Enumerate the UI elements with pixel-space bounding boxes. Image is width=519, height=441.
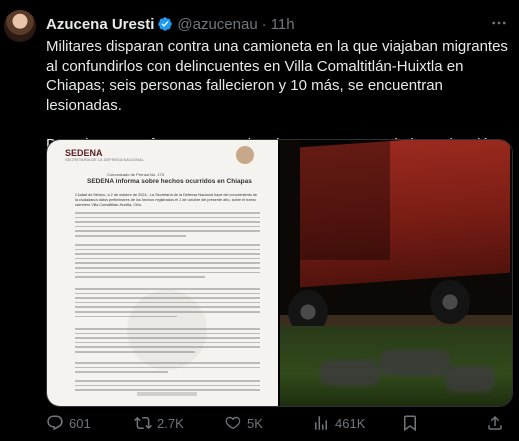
signature-line [137,392,197,396]
author-handle[interactable]: @azucenau [177,16,257,33]
author-name[interactable]: Azucena Uresti [46,16,154,33]
bookmark-button[interactable] [401,414,419,432]
press-release-intro: Ciudad de México, a 2 de octubre de 2024… [75,193,258,207]
press-release-number: Comunicado de Prensa No. 173 [107,172,164,177]
tweet: Azucena Uresti @azucenau · 11h Militares… [0,0,519,441]
media-grid: SEDENA SECRETARÍA DE LA DEFENSA NACIONAL… [46,139,513,407]
share-button[interactable] [486,414,504,432]
body-text-block [75,362,260,376]
retweet-button[interactable]: 2.7K [134,414,184,432]
views-icon [315,416,327,430]
truck-shadow [300,140,390,260]
retweet-icon [134,416,152,430]
tweet-timestamp[interactable]: 11h [271,16,295,33]
tire-shape [430,280,470,324]
action-bar: 601 2.7K 5K 461K [46,412,516,434]
sedena-logo-subtitle: SECRETARÍA DE LA DEFENSA NACIONAL [65,157,144,162]
verified-badge-icon [157,16,173,32]
bookmark-icon [404,415,416,432]
heart-icon [225,416,241,430]
share-icon [488,415,502,430]
tweet-text: Militares disparan contra una camioneta … [46,37,516,155]
press-release-title: SEDENA informa sobre hechos ocurridos en… [87,178,252,185]
like-count: 5K [247,415,263,431]
tweet-header: Azucena Uresti @azucenau · 11h [46,14,295,34]
seal-icon [236,146,254,164]
blurred-region [380,350,450,376]
more-icon[interactable] [489,14,509,32]
like-button[interactable]: 5K [224,414,263,432]
separator-dot: · [261,15,267,33]
reply-count: 601 [69,415,91,431]
reply-icon [47,415,63,431]
reply-button[interactable]: 601 [46,414,91,432]
body-text-block [75,328,260,356]
scene-photo[interactable] [280,140,512,406]
press-release-image[interactable]: SEDENA SECRETARÍA DE LA DEFENSA NACIONAL… [47,140,280,406]
blurred-region [320,360,380,386]
body-text-block [75,212,260,240]
body-text-block [75,288,260,320]
views-button[interactable]: 461K [312,414,365,432]
retweet-count: 2.7K [157,415,184,431]
tweet-paragraph: Militares disparan contra una camioneta … [46,38,513,114]
views-count: 461K [335,415,366,431]
body-text-block [75,244,260,281]
avatar[interactable] [4,10,36,42]
blurred-region [445,366,495,392]
